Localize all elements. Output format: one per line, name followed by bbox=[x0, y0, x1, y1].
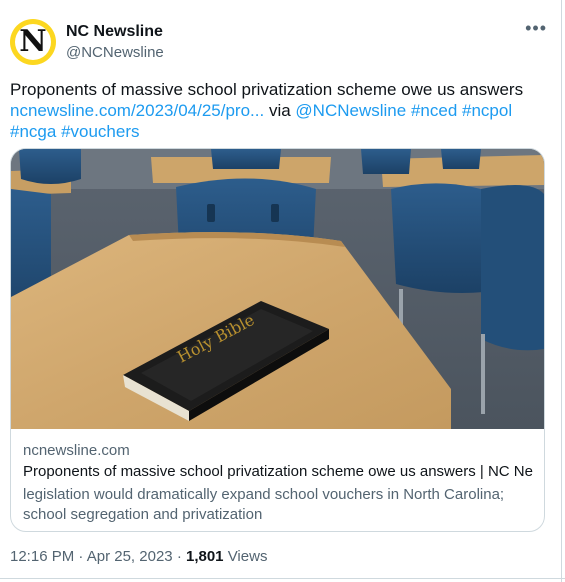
tweet-url-link[interactable]: ncnewsline.com/2023/04/25/pro... bbox=[10, 101, 264, 120]
card-title: Proponents of massive school privatizati… bbox=[23, 463, 533, 480]
meta-separator: · bbox=[176, 548, 182, 565]
card-domain: ncnewsline.com bbox=[23, 442, 130, 459]
link-preview-card[interactable]: Holy Bible ncnewsline.com Proponents of … bbox=[10, 148, 545, 532]
views-label: Views bbox=[227, 548, 268, 565]
meta-separator: · bbox=[78, 548, 84, 565]
hashtag-link[interactable]: #ncpol bbox=[462, 101, 512, 120]
hashtag-link[interactable]: #nced bbox=[411, 101, 457, 120]
hashtag-link[interactable]: #vouchers bbox=[61, 122, 139, 141]
tweet-time[interactable]: 12:16 PM bbox=[10, 548, 74, 565]
mention-link[interactable]: @NCNewsline bbox=[295, 101, 406, 120]
tweet-meta: 12:16 PM · Apr 25, 2023 · 1,801 Views bbox=[10, 548, 267, 565]
account-handle[interactable]: @NCNewsline bbox=[66, 44, 164, 61]
card-image: Holy Bible bbox=[11, 149, 544, 429]
tweet-body: Proponents of massive school privatizati… bbox=[10, 80, 524, 99]
hashtag-link[interactable]: #ncga bbox=[10, 122, 56, 141]
more-horizontal-icon[interactable]: ••• bbox=[525, 18, 547, 39]
via-text: via bbox=[268, 101, 291, 120]
tweet-bottom-border bbox=[0, 578, 565, 579]
card-description: legislation would dramatically expand sc… bbox=[23, 486, 505, 523]
tweet-text: Proponents of massive school privatizati… bbox=[10, 79, 540, 142]
avatar-logo: N bbox=[15, 24, 51, 60]
tweet-date[interactable]: Apr 25, 2023 bbox=[87, 548, 173, 565]
views-count: 1,801 bbox=[185, 548, 224, 565]
account-name[interactable]: NC Newsline bbox=[66, 23, 163, 41]
tweet-right-border bbox=[561, 0, 562, 582]
avatar[interactable]: N bbox=[10, 19, 56, 65]
